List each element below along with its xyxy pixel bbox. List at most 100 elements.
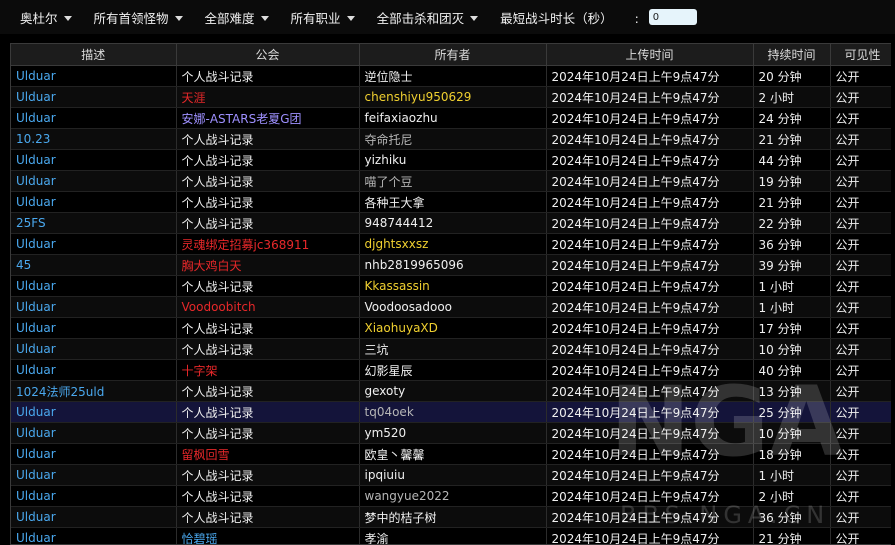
header-description[interactable]: 描述 xyxy=(11,44,176,66)
owner-cell[interactable]: 梦中的桔子树 xyxy=(359,507,546,528)
guild-cell[interactable]: 十字架 xyxy=(176,360,359,381)
guild-cell[interactable]: 个人战斗记录 xyxy=(176,213,359,234)
owner-cell[interactable]: tq04oek xyxy=(359,402,546,423)
owner-cell[interactable]: wangyue2022 xyxy=(359,486,546,507)
description-cell[interactable]: 1024法师25uld xyxy=(11,381,176,402)
table-row[interactable]: 25FS个人战斗记录9487444122024年10月24日上午9点47分22 … xyxy=(11,213,891,234)
table-row[interactable]: Ulduar个人战斗记录tq04oek2024年10月24日上午9点47分25 … xyxy=(11,402,891,423)
owner-cell[interactable]: feifaxiaozhu xyxy=(359,108,546,129)
guild-cell[interactable]: 留枫回雪 xyxy=(176,444,359,465)
table-row[interactable]: Ulduar个人战斗记录各种王大拿2024年10月24日上午9点47分21 分钟… xyxy=(11,192,891,213)
guild-cell[interactable]: 个人战斗记录 xyxy=(176,171,359,192)
table-row[interactable]: Ulduar个人战斗记录ipqiuiu2024年10月24日上午9点47分1 小… xyxy=(11,465,891,486)
description-cell[interactable]: Ulduar xyxy=(11,108,176,129)
guild-cell[interactable]: 灵魂绑定招募jc368911 xyxy=(176,234,359,255)
owner-cell[interactable]: ipqiuiu xyxy=(359,465,546,486)
description-cell[interactable]: 10.23 xyxy=(11,129,176,150)
description-cell[interactable]: Ulduar xyxy=(11,444,176,465)
guild-cell[interactable]: 个人战斗记录 xyxy=(176,129,359,150)
header-duration[interactable]: 持续时间 xyxy=(753,44,830,66)
table-row[interactable]: 10.23个人战斗记录夺命托尼2024年10月24日上午9点47分21 分钟公开 xyxy=(11,129,891,150)
guild-cell[interactable]: 个人战斗记录 xyxy=(176,339,359,360)
description-cell[interactable]: Ulduar xyxy=(11,318,176,339)
owner-cell[interactable]: gexoty xyxy=(359,381,546,402)
table-row[interactable]: Ulduar个人战斗记录ym5202024年10月24日上午9点47分10 分钟… xyxy=(11,423,891,444)
table-row[interactable]: Ulduar个人战斗记录逆位隐士2024年10月24日上午9点47分20 分钟公… xyxy=(11,66,891,87)
table-row[interactable]: Ulduar个人战斗记录yizhiku2024年10月24日上午9点47分44 … xyxy=(11,150,891,171)
guild-cell[interactable]: 个人战斗记录 xyxy=(176,486,359,507)
table-row[interactable]: 45胸大鸡白天nhb28199650962024年10月24日上午9点47分39… xyxy=(11,255,891,276)
guild-cell[interactable]: 个人战斗记录 xyxy=(176,192,359,213)
table-row[interactable]: Ulduar安娜-ASTARS老夏G团feifaxiaozhu2024年10月2… xyxy=(11,108,891,129)
description-cell[interactable]: Ulduar xyxy=(11,297,176,318)
guild-cell[interactable]: 个人战斗记录 xyxy=(176,465,359,486)
owner-cell[interactable]: 948744412 xyxy=(359,213,546,234)
owner-cell[interactable]: 各种王大拿 xyxy=(359,192,546,213)
table-row[interactable]: Ulduar个人战斗记录XiaohuyaXD2024年10月24日上午9点47分… xyxy=(11,318,891,339)
owner-cell[interactable]: 欧皇丶馨馨 xyxy=(359,444,546,465)
guild-cell[interactable]: 安娜-ASTARS老夏G团 xyxy=(176,108,359,129)
description-cell[interactable]: Ulduar xyxy=(11,339,176,360)
owner-cell[interactable]: chenshiyu950629 xyxy=(359,87,546,108)
owner-cell[interactable]: 逆位隐士 xyxy=(359,66,546,87)
guild-cell[interactable]: 个人战斗记录 xyxy=(176,276,359,297)
description-cell[interactable]: Ulduar xyxy=(11,87,176,108)
header-upload-time[interactable]: 上传时间 xyxy=(546,44,753,66)
guild-cell[interactable]: 个人战斗记录 xyxy=(176,507,359,528)
description-cell[interactable]: 45 xyxy=(11,255,176,276)
header-visibility[interactable]: 可见性 xyxy=(830,44,891,66)
table-row[interactable]: Ulduar个人战斗记录喵了个豆2024年10月24日上午9点47分19 分钟公… xyxy=(11,171,891,192)
owner-cell[interactable]: ym520 xyxy=(359,423,546,444)
guild-cell[interactable]: 胸大鸡白天 xyxy=(176,255,359,276)
table-row[interactable]: Ulduar个人战斗记录Kkassassin2024年10月24日上午9点47分… xyxy=(11,276,891,297)
table-row[interactable]: 1024法师25uld个人战斗记录gexoty2024年10月24日上午9点47… xyxy=(11,381,891,402)
guild-cell[interactable]: 个人战斗记录 xyxy=(176,402,359,423)
header-owner[interactable]: 所有者 xyxy=(359,44,546,66)
table-row[interactable]: Ulduar灵魂绑定招募jc368911djghtsxxsz2024年10月24… xyxy=(11,234,891,255)
description-cell[interactable]: Ulduar xyxy=(11,528,176,545)
owner-cell[interactable]: 夺命托尼 xyxy=(359,129,546,150)
table-row[interactable]: Ulduar恰碧瑶孝渝2024年10月24日上午9点47分21 分钟公开 xyxy=(11,528,891,545)
class-dropdown[interactable]: 所有职业 xyxy=(291,8,355,27)
guild-cell[interactable]: 个人战斗记录 xyxy=(176,318,359,339)
description-cell[interactable]: Ulduar xyxy=(11,465,176,486)
owner-cell[interactable]: nhb2819965096 xyxy=(359,255,546,276)
owner-cell[interactable]: Voodoosadooo xyxy=(359,297,546,318)
guild-cell[interactable]: 个人战斗记录 xyxy=(176,150,359,171)
description-cell[interactable]: Ulduar xyxy=(11,402,176,423)
description-cell[interactable]: Ulduar xyxy=(11,66,176,87)
table-row[interactable]: Ulduar个人战斗记录三坑2024年10月24日上午9点47分10 分钟公开 xyxy=(11,339,891,360)
table-row[interactable]: Ulduar个人战斗记录wangyue20222024年10月24日上午9点47… xyxy=(11,486,891,507)
owner-cell[interactable]: 孝渝 xyxy=(359,528,546,545)
guild-cell[interactable]: 恰碧瑶 xyxy=(176,528,359,545)
header-guild[interactable]: 公会 xyxy=(176,44,359,66)
owner-cell[interactable]: Kkassassin xyxy=(359,276,546,297)
description-cell[interactable]: Ulduar xyxy=(11,423,176,444)
boss-dropdown[interactable]: 所有首领怪物 xyxy=(94,8,183,27)
owner-cell[interactable]: XiaohuyaXD xyxy=(359,318,546,339)
guild-cell[interactable]: 天涯 xyxy=(176,87,359,108)
owner-cell[interactable]: 幻影星辰 xyxy=(359,360,546,381)
description-cell[interactable]: Ulduar xyxy=(11,192,176,213)
description-cell[interactable]: Ulduar xyxy=(11,276,176,297)
description-cell[interactable]: Ulduar xyxy=(11,486,176,507)
difficulty-dropdown[interactable]: 全部难度 xyxy=(205,8,269,27)
guild-cell[interactable]: 个人战斗记录 xyxy=(176,66,359,87)
owner-cell[interactable]: 喵了个豆 xyxy=(359,171,546,192)
table-row[interactable]: Ulduar个人战斗记录梦中的桔子树2024年10月24日上午9点47分36 分… xyxy=(11,507,891,528)
description-cell[interactable]: Ulduar xyxy=(11,507,176,528)
guild-cell[interactable]: 个人战斗记录 xyxy=(176,381,359,402)
description-cell[interactable]: Ulduar xyxy=(11,171,176,192)
owner-cell[interactable]: yizhiku xyxy=(359,150,546,171)
description-cell[interactable]: 25FS xyxy=(11,213,176,234)
realm-dropdown[interactable]: 奥杜尔 xyxy=(20,8,72,27)
min-duration-input[interactable] xyxy=(649,9,697,25)
table-row[interactable]: UlduarVoodoobitchVoodoosadooo2024年10月24日… xyxy=(11,297,891,318)
guild-cell[interactable]: 个人战斗记录 xyxy=(176,423,359,444)
description-cell[interactable]: Ulduar xyxy=(11,360,176,381)
guild-cell[interactable]: Voodoobitch xyxy=(176,297,359,318)
table-row[interactable]: Ulduar十字架幻影星辰2024年10月24日上午9点47分40 分钟公开 xyxy=(11,360,891,381)
description-cell[interactable]: Ulduar xyxy=(11,234,176,255)
owner-cell[interactable]: 三坑 xyxy=(359,339,546,360)
description-cell[interactable]: Ulduar xyxy=(11,150,176,171)
